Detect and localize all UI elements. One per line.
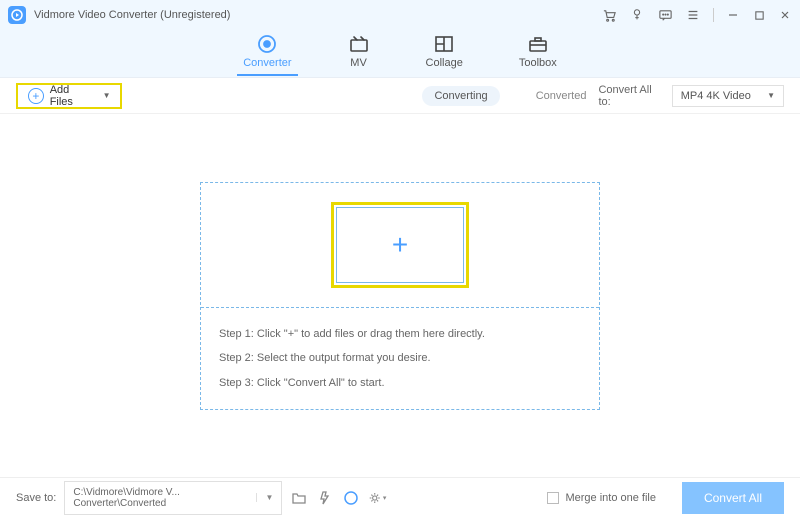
step-1: Step 1: Click "+" to add files or drag t… [219,322,581,346]
tab-label: Converter [243,57,291,69]
collage-icon [433,34,455,54]
status-tabs: Converting Converted [422,86,598,106]
plus-circle-icon: + [28,88,44,104]
step-3: Step 3: Click "Convert All" to start. [219,371,581,395]
add-file-box[interactable]: + [331,202,469,288]
drop-area: + Step 1: Click "+" to add files or drag… [200,182,600,410]
instructions: Step 1: Click "+" to add files or drag t… [201,308,599,409]
titlebar: Vidmore Video Converter (Unregistered) [0,0,800,30]
add-files-button[interactable]: + Add Files ▼ [16,83,122,109]
chevron-down-icon: ▼ [256,493,273,502]
chevron-down-icon: ▼ [103,91,111,100]
app-logo-icon [8,6,26,24]
close-button[interactable] [778,8,792,22]
high-speed-icon[interactable] [342,489,360,507]
app-title: Vidmore Video Converter (Unregistered) [34,9,230,21]
tab-mv[interactable]: MV [348,34,370,75]
hardware-accel-icon[interactable] [316,489,334,507]
main-area: + Step 1: Click "+" to add files or drag… [0,114,800,478]
drop-zone[interactable]: + [201,183,599,308]
toolbar: + Add Files ▼ Converting Converted Conve… [0,78,800,114]
save-path-select[interactable]: C:\Vidmore\Vidmore V... Converter\Conver… [64,481,282,515]
tab-collage[interactable]: Collage [426,34,463,75]
main-tabs: Converter MV Collage Toolbox [0,30,800,78]
tab-converter[interactable]: Converter [243,34,291,75]
convert-all-button[interactable]: Convert All [682,482,784,514]
subtab-converting[interactable]: Converting [422,86,499,106]
open-folder-icon[interactable] [290,489,308,507]
minimize-button[interactable] [726,8,740,22]
cart-icon[interactable] [601,7,617,23]
tab-toolbox[interactable]: Toolbox [519,34,557,75]
add-files-label: Add Files [50,84,95,108]
mv-icon [348,34,370,54]
settings-icon[interactable]: ▾ [368,489,386,507]
merge-label: Merge into one file [565,492,656,504]
merge-option: Merge into one file [547,492,656,504]
add-file-box-border [336,207,464,283]
separator [713,8,714,22]
tab-label: MV [350,57,367,69]
footer: Save to: C:\Vidmore\Vidmore V... Convert… [0,478,800,517]
converter-icon [256,34,278,54]
key-icon[interactable] [629,7,645,23]
convert-all-to-label: Convert All to: [598,84,665,108]
subtab-converted[interactable]: Converted [524,86,599,106]
step-2: Step 2: Select the output format you des… [219,346,581,370]
save-to-label: Save to: [16,492,56,504]
format-value: MP4 4K Video [681,90,751,102]
save-path-value: C:\Vidmore\Vidmore V... Converter\Conver… [73,487,256,509]
toolbox-icon [527,34,549,54]
menu-icon[interactable] [685,7,701,23]
maximize-button[interactable] [752,8,766,22]
chevron-down-icon: ▼ [767,91,775,100]
output-format-select[interactable]: MP4 4K Video ▼ [672,85,784,107]
tab-label: Collage [426,57,463,69]
convert-all-to: Convert All to: MP4 4K Video ▼ [598,84,784,108]
tab-label: Toolbox [519,57,557,69]
merge-checkbox[interactable] [547,492,559,504]
feedback-icon[interactable] [657,7,673,23]
